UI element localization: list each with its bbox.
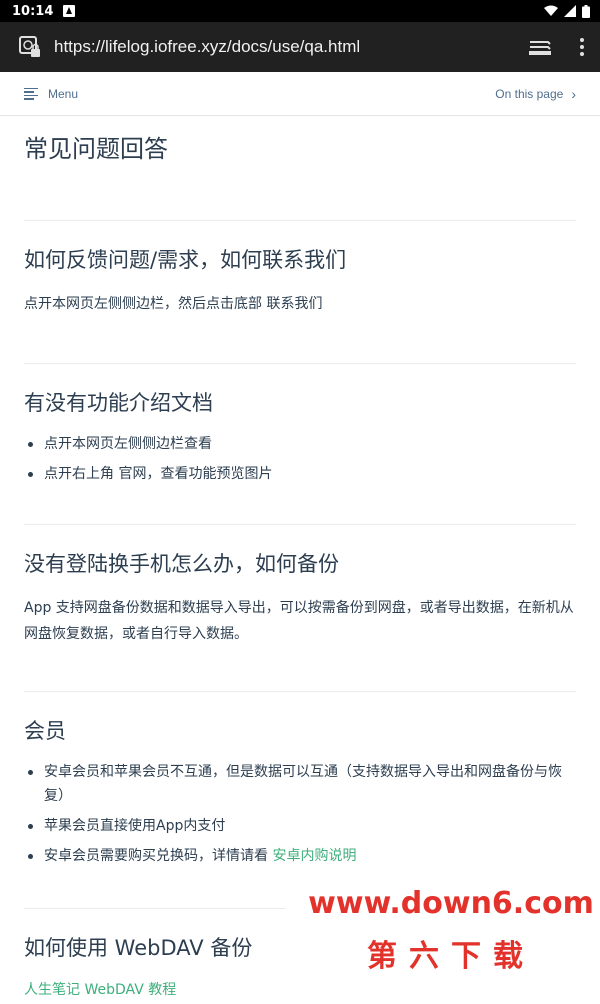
signal-icon [564, 5, 576, 17]
status-time: 10:14 [12, 3, 54, 19]
battery-icon [582, 4, 590, 18]
section-text: App 支持网盘备份数据和数据导入导出，可以按需备份到网盘，或者导出数据，在新机… [24, 600, 574, 642]
section-text: 点开本网页左侧侧边栏，然后点击底部 联系我们 [24, 296, 323, 312]
on-this-page-label: On this page [495, 86, 564, 101]
list-item: 点开右上角 官网，查看功能预览图片 [24, 462, 576, 486]
doc-navbar: Menu On this page › [0, 72, 600, 116]
on-this-page-button[interactable]: On this page › [495, 87, 576, 101]
page-title: 常见问题回答 [24, 135, 168, 163]
section-membership: 会员 安卓会员和苹果会员不互通，但是数据可以互通（支持数据导入导出和网盘备份与恢… [24, 691, 576, 868]
page-content: 常见问题回答 如何反馈问题/需求，如何联系我们 点开本网页左侧侧边栏，然后点击底… [0, 134, 600, 1003]
list-item: 安卓会员和苹果会员不互通，但是数据可以互通（支持数据导入导出和网盘备份与恢复） [24, 760, 576, 808]
bullet-list: 点开本网页左侧侧边栏查看 点开右上角 官网，查看功能预览图片 [24, 432, 576, 486]
list-item-text: 安卓会员需要购买兑换码，详情请看 [44, 848, 273, 864]
section-heading: 没有登陆换手机怎么办，如何备份 [24, 552, 339, 576]
section-heading: 如何使用 WebDAV 备份 [24, 936, 253, 960]
section-feedback: 如何反馈问题/需求，如何联系我们 点开本网页左侧侧边栏，然后点击底部 联系我们 [24, 220, 576, 317]
section-webdav: 如何使用 WebDAV 备份 人生笔记 WebDAV 教程 [24, 908, 286, 1003]
menu-button[interactable]: Menu [24, 87, 78, 101]
menu-label: Menu [48, 86, 79, 101]
android-purchase-link[interactable]: 安卓内购说明 [272, 848, 356, 864]
list-item: 安卓会员需要购买兑换码，详情请看 安卓内购说明 [24, 844, 576, 868]
url-field[interactable]: https://lifelog.iofree.xyz/docs/use/qa.h… [54, 37, 526, 57]
chevron-right-icon: › [571, 85, 576, 102]
section-backup: 没有登陆换手机怎么办，如何备份 App 支持网盘备份数据和数据导入导出，可以按需… [24, 524, 576, 647]
list-item: 苹果会员直接使用App内支付 [24, 814, 576, 838]
site-info-icon[interactable] [18, 35, 42, 59]
section-heading: 如何反馈问题/需求，如何联系我们 [24, 248, 347, 272]
notification-icon [63, 5, 76, 17]
section-heading: 有没有功能介绍文档 [24, 391, 213, 415]
overflow-menu-icon[interactable] [576, 38, 588, 56]
list-item: 点开本网页左侧侧边栏查看 [24, 432, 576, 456]
bullet-list: 安卓会员和苹果会员不互通，但是数据可以互通（支持数据导入导出和网盘备份与恢复） … [24, 760, 576, 868]
status-bar: 10:14 [0, 0, 600, 22]
wifi-icon [544, 5, 558, 16]
tabs-icon[interactable] [526, 35, 554, 59]
webdav-tutorial-link[interactable]: 人生笔记 WebDAV 教程 [24, 982, 176, 998]
menu-icon [24, 87, 38, 100]
section-heading: 会员 [24, 719, 66, 743]
browser-toolbar: https://lifelog.iofree.xyz/docs/use/qa.h… [0, 22, 600, 72]
section-feature-docs: 有没有功能介绍文档 点开本网页左侧侧边栏查看 点开右上角 官网，查看功能预览图片 [24, 363, 576, 486]
